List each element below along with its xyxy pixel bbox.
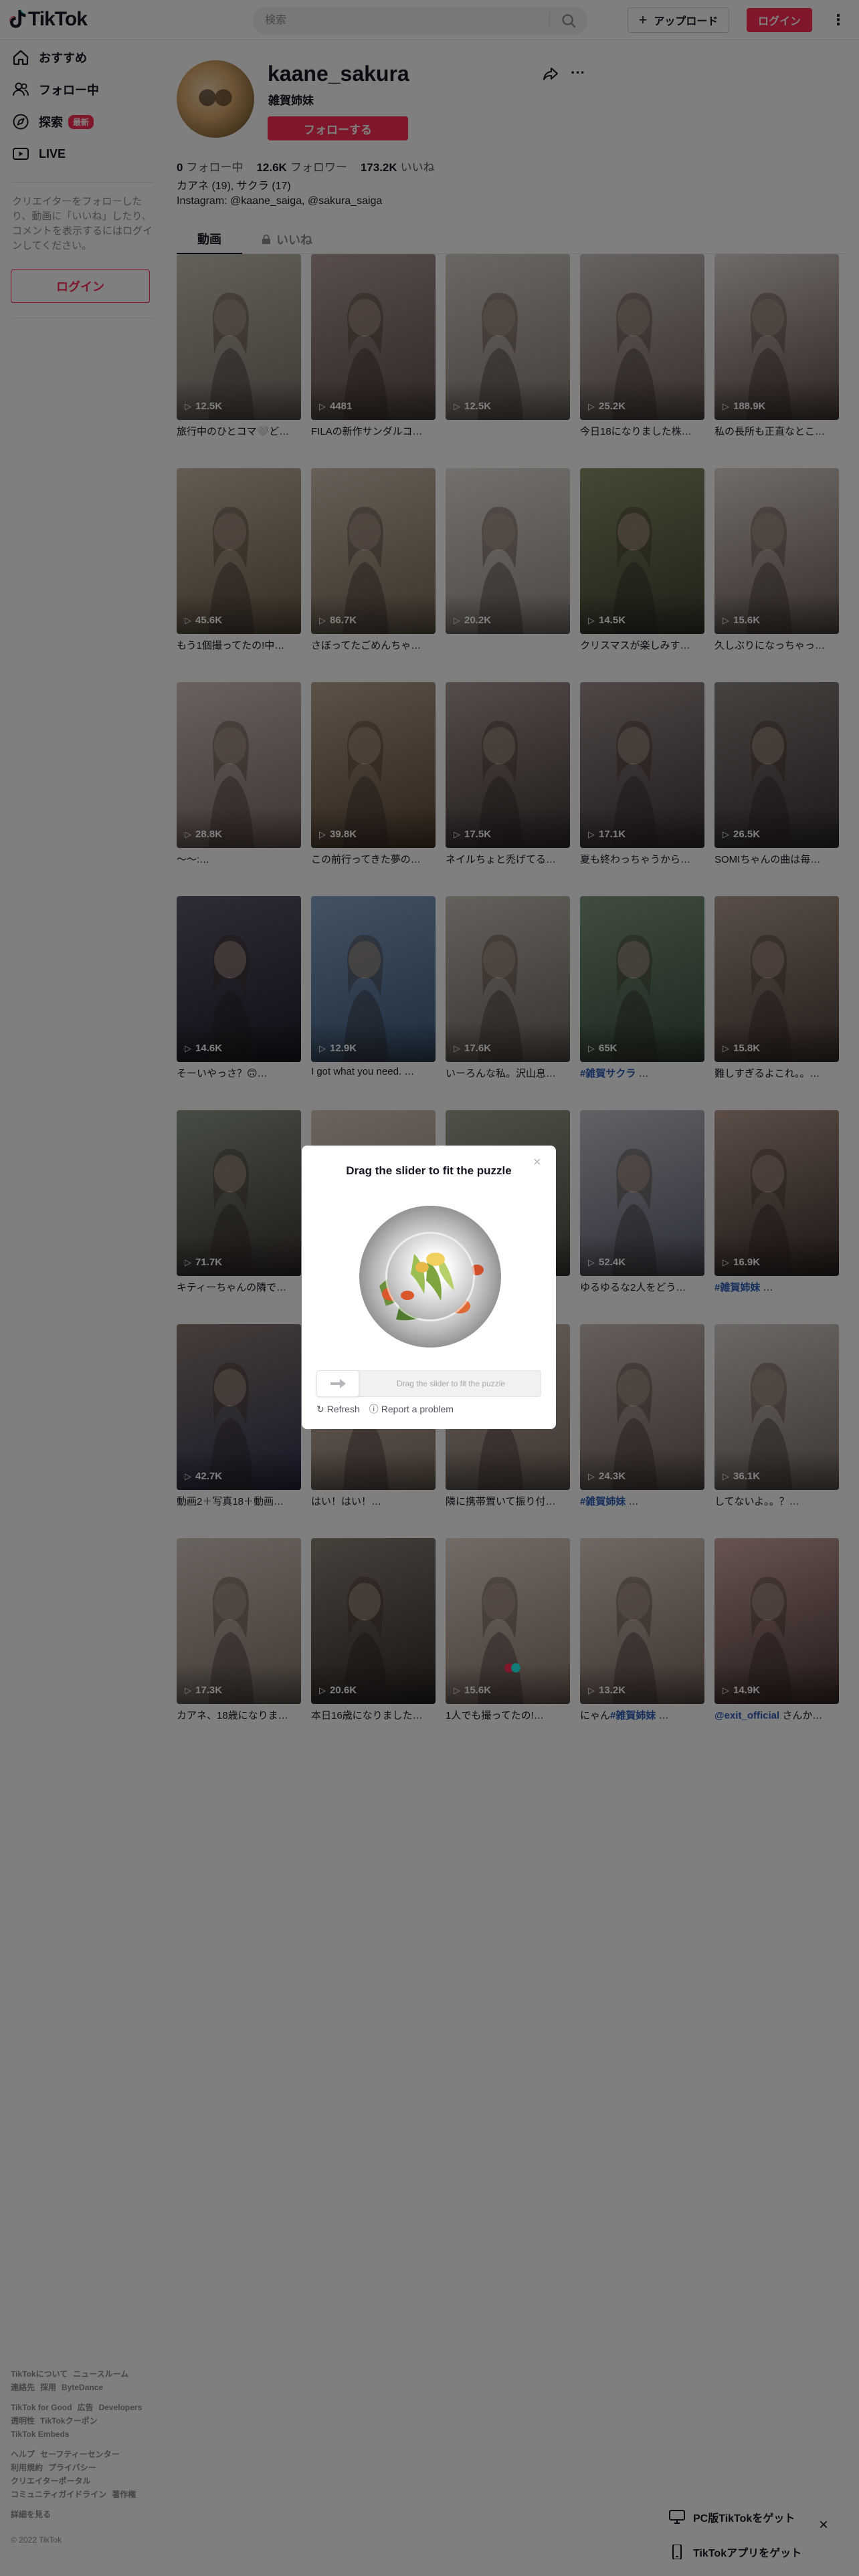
captcha-modal: × Drag the slider to fit the puzzle Drag… bbox=[302, 1146, 556, 1429]
refresh-icon: ↻ bbox=[316, 1403, 324, 1414]
refresh-label: Refresh bbox=[326, 1404, 360, 1414]
flower-piece-image bbox=[401, 1253, 454, 1301]
refresh-button[interactable]: ↻ Refresh bbox=[316, 1404, 360, 1415]
info-icon: ⓘ bbox=[369, 1404, 379, 1414]
report-label: Report a problem bbox=[381, 1404, 454, 1414]
slider-hint: Drag the slider to fit the puzzle bbox=[396, 1379, 506, 1388]
captcha-title: Drag the slider to fit the puzzle bbox=[346, 1164, 512, 1177]
captcha-puzzle-piece bbox=[387, 1234, 473, 1319]
captcha-slider-handle[interactable] bbox=[316, 1370, 359, 1397]
arrow-right-icon bbox=[330, 1379, 346, 1388]
report-problem-button[interactable]: ⓘ Report a problem bbox=[369, 1402, 454, 1416]
captcha-slider-track: Drag the slider to fit the puzzle bbox=[316, 1370, 541, 1397]
captcha-puzzle-image bbox=[359, 1206, 501, 1348]
captcha-actions: ↻ Refresh ⓘ Report a problem bbox=[316, 1402, 454, 1416]
